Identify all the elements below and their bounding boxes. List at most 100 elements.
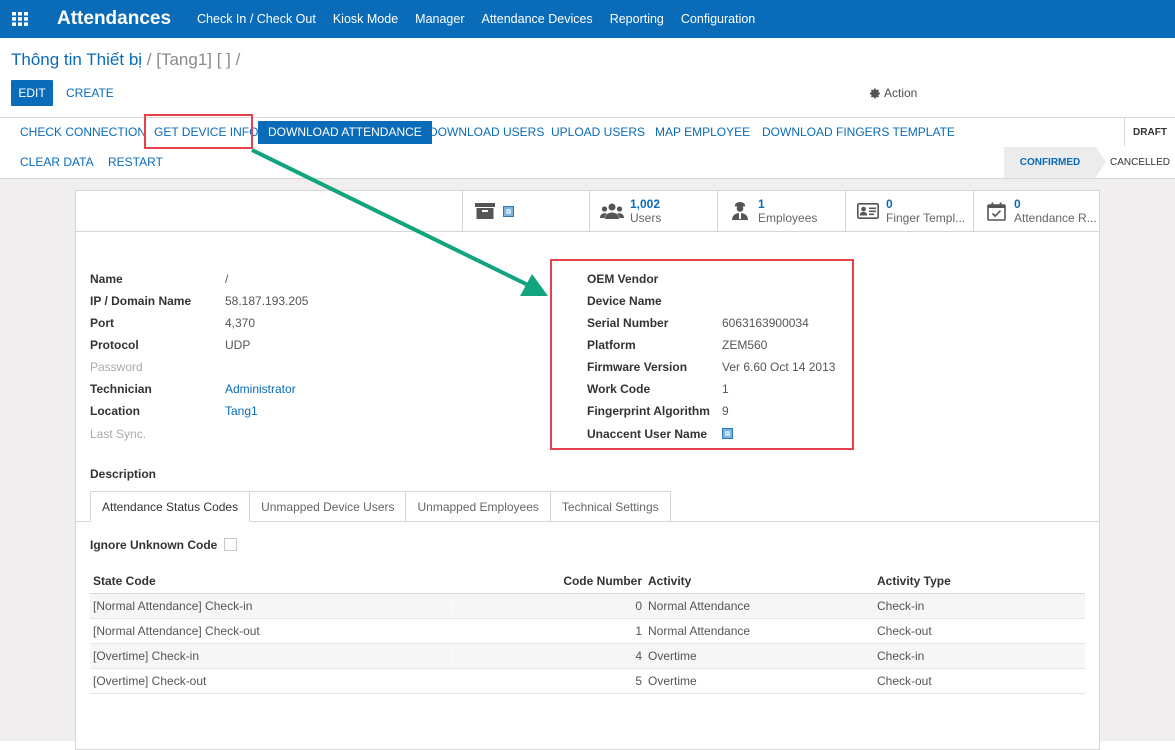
state-code-cell: [Overtime] Check-in bbox=[93, 649, 200, 663]
action-label: Action bbox=[884, 86, 918, 100]
users-count: 1,002 bbox=[630, 197, 661, 211]
protocol-label: Protocol bbox=[90, 338, 139, 352]
finger-templates-smart-button[interactable]: 0 Finger Templ... bbox=[845, 191, 973, 231]
users-smart-button[interactable]: 1,002 Users bbox=[589, 191, 717, 231]
state-code-cell: [Normal Attendance] Check-in bbox=[93, 599, 253, 613]
smart-buttons-row: 1,002 Users 1 Employees 0 Finger Templ... 0… bbox=[76, 191, 1099, 232]
users-label: Users bbox=[630, 211, 662, 225]
technician-label: Technician bbox=[90, 382, 152, 396]
activity-cell: Overtime bbox=[648, 649, 697, 663]
table-row[interactable]: [Overtime] Check-out 5 Overtime Check-ou… bbox=[90, 669, 1085, 694]
location-label: Location bbox=[90, 404, 140, 418]
menu-configuration[interactable]: Configuration bbox=[681, 12, 755, 26]
highlight-box bbox=[550, 259, 854, 450]
column-header-activity-type[interactable]: Activity Type bbox=[874, 574, 1085, 588]
table-header: State Code Code Number Activity Activity… bbox=[90, 569, 1085, 594]
attendance-records-count: 0 bbox=[1014, 197, 1021, 211]
activity-cell: Normal Attendance bbox=[648, 624, 751, 638]
download-attendance-button[interactable]: DOWNLOAD ATTENDANCE bbox=[258, 121, 432, 144]
tab-unmapped-device-users[interactable]: Unmapped Device Users bbox=[249, 491, 407, 522]
activity-cell: Normal Attendance bbox=[648, 599, 751, 613]
password-label: Password bbox=[90, 360, 143, 374]
protocol-value[interactable]: UDP bbox=[225, 338, 250, 352]
employees-smart-button[interactable]: 1 Employees bbox=[717, 191, 845, 231]
attendance-records-smart-button[interactable]: 0 Attendance R... bbox=[973, 191, 1099, 231]
status-draft[interactable]: DRAFT bbox=[1124, 118, 1175, 146]
breadcrumb: Thông tin Thiết bị / [Tang1] [ ] / bbox=[11, 50, 240, 70]
id-card-icon bbox=[856, 203, 880, 219]
attendance-records-label: Attendance R... bbox=[1014, 211, 1097, 225]
column-header-activity[interactable]: Activity bbox=[644, 574, 874, 588]
activity-type-cell: Check-in bbox=[877, 599, 925, 613]
activity-type-cell: Check-out bbox=[877, 674, 932, 688]
ip-value[interactable]: 58.187.193.205 bbox=[225, 294, 308, 308]
top-menu: Check In / Check Out Kiosk Mode Manager … bbox=[197, 12, 772, 26]
map-employee-button[interactable]: MAP EMPLOYEE bbox=[655, 125, 750, 139]
location-link[interactable]: Tang1 bbox=[225, 404, 258, 418]
menu-manager[interactable]: Manager bbox=[415, 12, 464, 26]
clear-data-button[interactable]: CLEAR DATA bbox=[20, 155, 94, 169]
code-number-cell: 5 bbox=[452, 674, 644, 688]
ignore-unknown-code-checkbox[interactable] bbox=[224, 538, 237, 554]
activity-type-cell: Check-out bbox=[877, 624, 932, 638]
download-fingers-template-button[interactable]: DOWNLOAD FINGERS TEMPLATE bbox=[762, 125, 955, 139]
users-icon bbox=[600, 203, 624, 220]
breadcrumb-current: [Tang1] [ ] bbox=[156, 50, 231, 69]
name-value[interactable]: / bbox=[225, 272, 228, 286]
state-code-cell: [Normal Attendance] Check-out bbox=[93, 624, 260, 638]
employees-count: 1 bbox=[758, 197, 765, 211]
upload-users-button[interactable]: UPLOAD USERS bbox=[551, 125, 645, 139]
activity-cell: Overtime bbox=[648, 674, 697, 688]
breadcrumb-separator: / bbox=[235, 50, 241, 69]
table-row[interactable]: [Normal Attendance] Check-in 0 Normal At… bbox=[90, 594, 1085, 619]
column-header-state-code[interactable]: State Code bbox=[90, 574, 452, 588]
download-users-button[interactable]: DOWNLOAD USERS bbox=[429, 125, 544, 139]
archive-toggle-button[interactable] bbox=[462, 191, 589, 231]
finger-templates-count: 0 bbox=[886, 197, 893, 211]
description-label: Description bbox=[90, 467, 157, 481]
notebook-tabs: Attendance Status Codes Unmapped Device … bbox=[90, 491, 671, 522]
check-connection-button[interactable]: CHECK CONNECTION bbox=[20, 125, 146, 139]
action-dropdown[interactable]: Action bbox=[870, 86, 917, 100]
menu-attendance-devices[interactable]: Attendance Devices bbox=[482, 12, 593, 26]
menu-check-in-out[interactable]: Check In / Check Out bbox=[197, 12, 316, 26]
gear-icon bbox=[870, 88, 880, 98]
status-codes-table: State Code Code Number Activity Activity… bbox=[90, 569, 1085, 694]
restart-button[interactable]: RESTART bbox=[108, 155, 163, 169]
technician-link[interactable]: Administrator bbox=[225, 382, 296, 396]
code-number-cell: 1 bbox=[452, 624, 644, 638]
ip-label: IP / Domain Name bbox=[90, 294, 192, 308]
tab-attendance-status-codes[interactable]: Attendance Status Codes bbox=[90, 491, 251, 522]
last-sync-label: Last Sync. bbox=[90, 427, 147, 441]
tab-unmapped-employees[interactable]: Unmapped Employees bbox=[405, 491, 551, 522]
form-sheet: 1,002 Users 1 Employees 0 Finger Templ... 0… bbox=[75, 190, 1100, 750]
code-number-cell: 4 bbox=[452, 649, 644, 663]
activity-type-cell: Check-in bbox=[877, 649, 925, 663]
highlight-box bbox=[144, 114, 253, 149]
edit-button[interactable]: EDIT bbox=[11, 80, 53, 106]
employees-label: Employees bbox=[758, 211, 818, 225]
breadcrumb-separator: / bbox=[146, 50, 152, 69]
name-label: Name bbox=[90, 272, 123, 286]
archive-icon bbox=[473, 203, 497, 219]
code-number-cell: 0 bbox=[452, 599, 644, 613]
table-row[interactable]: [Normal Attendance] Check-out 1 Normal A… bbox=[90, 619, 1085, 644]
port-value[interactable]: 4,370 bbox=[225, 316, 255, 330]
tab-technical-settings[interactable]: Technical Settings bbox=[549, 491, 671, 522]
status-cancelled[interactable]: CANCELLED bbox=[1105, 147, 1175, 178]
active-checkbox[interactable] bbox=[503, 205, 514, 217]
menu-reporting[interactable]: Reporting bbox=[610, 12, 664, 26]
calendar-check-icon bbox=[984, 202, 1008, 221]
apps-menu-icon[interactable] bbox=[0, 0, 40, 38]
checkbox-unchecked bbox=[224, 538, 237, 551]
create-button[interactable]: CREATE bbox=[66, 86, 114, 100]
top-navbar: Attendances Check In / Check Out Kiosk M… bbox=[0, 0, 1175, 38]
breadcrumb-parent[interactable]: Thông tin Thiết bị bbox=[11, 50, 142, 69]
state-code-cell: [Overtime] Check-out bbox=[93, 674, 207, 688]
menu-kiosk-mode[interactable]: Kiosk Mode bbox=[333, 12, 398, 26]
employee-icon bbox=[728, 202, 752, 220]
status-confirmed[interactable]: CONFIRMED bbox=[1004, 147, 1096, 178]
table-row[interactable]: [Overtime] Check-in 4 Overtime Check-in bbox=[90, 644, 1085, 669]
app-title: Attendances bbox=[57, 8, 172, 29]
column-header-code-number[interactable]: Code Number bbox=[452, 574, 644, 588]
